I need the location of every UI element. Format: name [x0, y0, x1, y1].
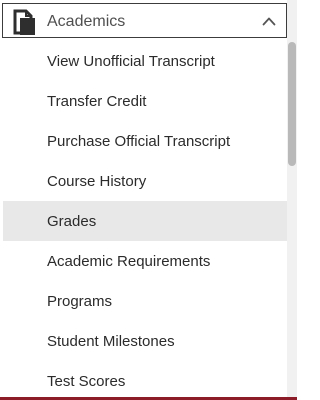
- menu-item-label: Student Milestones: [47, 332, 175, 350]
- menu-item-view-unofficial-transcript[interactable]: View Unofficial Transcript: [3, 41, 287, 81]
- scrollbar-thumb[interactable]: [288, 42, 296, 166]
- academics-menu-list: View Unofficial Transcript Transfer Cred…: [3, 41, 287, 400]
- menu-item-label: Test Scores: [47, 372, 126, 390]
- section-title: Academics: [47, 13, 126, 30]
- menu-item-label: Academic Requirements: [47, 252, 211, 270]
- scrollbar-track[interactable]: [287, 0, 297, 400]
- chevron-up-icon[interactable]: [262, 16, 276, 26]
- menu-item-student-milestones[interactable]: Student Milestones: [3, 321, 287, 361]
- menu-item-transfer-credit[interactable]: Transfer Credit: [3, 81, 287, 121]
- menu-item-label: Grades: [47, 212, 97, 230]
- menu-item-grades[interactable]: Grades: [3, 201, 287, 241]
- academics-menu-panel: Academics View Unofficial Transcript Tra…: [0, 0, 297, 400]
- academics-section-header[interactable]: Academics: [2, 3, 287, 38]
- menu-item-purchase-official-transcript[interactable]: Purchase Official Transcript: [3, 121, 287, 161]
- menu-item-label: Programs: [47, 292, 113, 310]
- menu-item-label: View Unofficial Transcript: [47, 52, 215, 70]
- menu-item-academic-requirements[interactable]: Academic Requirements: [3, 241, 287, 281]
- menu-item-test-scores[interactable]: Test Scores: [3, 361, 287, 400]
- menu-item-label: Course History: [47, 172, 147, 190]
- menu-item-programs[interactable]: Programs: [3, 281, 287, 321]
- menu-item-course-history[interactable]: Course History: [3, 161, 287, 201]
- document-icon: [13, 9, 35, 35]
- menu-item-label: Transfer Credit: [47, 92, 147, 110]
- menu-item-label: Purchase Official Transcript: [47, 132, 231, 150]
